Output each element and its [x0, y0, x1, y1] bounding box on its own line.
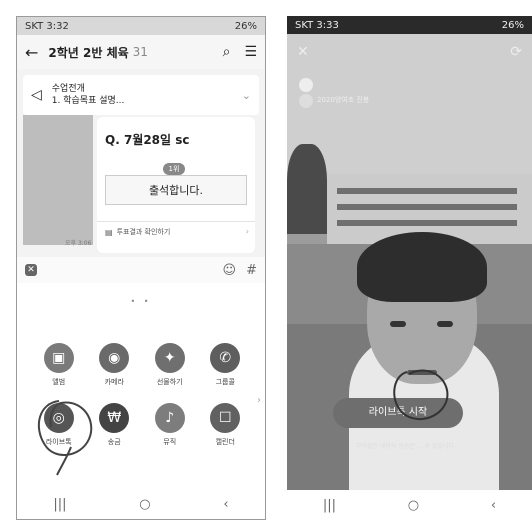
- feature-label: 그룹콜: [215, 378, 235, 386]
- live-talk-icon: ◎: [43, 403, 74, 433]
- feature-label: 송금: [107, 438, 121, 446]
- feature-group-call[interactable]: ✆ 그룹콜: [198, 343, 254, 387]
- gift-icon: ✦: [154, 343, 185, 373]
- money-icon: ₩: [99, 403, 130, 433]
- menu-icon[interactable]: ☰: [244, 44, 257, 60]
- room-name: 2020양여초 진봉: [317, 96, 370, 104]
- album-icon: ▣: [43, 343, 74, 373]
- recent-apps-button[interactable]: |||: [323, 498, 336, 513]
- feature-live-talk[interactable]: ◎ 라이브톡: [31, 403, 87, 447]
- close-icon[interactable]: ✕: [297, 44, 309, 60]
- chat-header: ← 2학년 2반 체육 31 ⌕ ☰: [17, 35, 265, 69]
- camera-icon: ◉: [99, 343, 130, 373]
- recent-apps-button[interactable]: |||: [53, 497, 66, 512]
- person-eye: [437, 321, 453, 327]
- emoji-icon[interactable]: ☺: [223, 263, 237, 278]
- member-count: 31: [132, 45, 148, 59]
- feature-album[interactable]: ▣ 앨범: [31, 343, 87, 387]
- status-bar: SKT 3:33 26%: [287, 16, 532, 34]
- feature-gift[interactable]: ✦ 선물하기: [142, 343, 198, 387]
- notice-label: 수업전개: [51, 84, 85, 94]
- back-button[interactable]: ←: [25, 43, 38, 62]
- feature-label: 라이브톡: [45, 438, 72, 446]
- feature-label: 앨범: [52, 378, 66, 386]
- rank-badge: 1위: [163, 163, 185, 175]
- feature-drawer: • • ▣ 앨범 ◉ 카메라 ✦ 선물하기 ✆ 그룹콜 ◎ 라이브톡 ₩ 송금 …: [17, 283, 265, 489]
- room-avatar: [299, 94, 313, 108]
- feature-camera[interactable]: ◉ 카메라: [87, 343, 143, 387]
- vote-result-link[interactable]: ▤ 투표결과 확인하기: [105, 227, 170, 237]
- feature-label: 캘린더: [215, 438, 235, 446]
- feature-music[interactable]: ♪ 뮤직: [142, 403, 198, 447]
- system-back-button[interactable]: ‹: [223, 497, 228, 512]
- hand-drawn-circle-annotation: [393, 369, 449, 421]
- person-eye: [390, 321, 406, 327]
- rotate-camera-icon[interactable]: ⟳: [510, 44, 522, 60]
- live-disclaimer: 부적절한 내용의 방송은 ... 수 있습니다.: [356, 443, 456, 450]
- page-indicator: • •: [130, 297, 152, 306]
- carrier-time: SKT 3:33: [295, 19, 339, 31]
- input-toolbar: ✕ ☺ #: [17, 257, 265, 283]
- feature-label: 뮤직: [163, 438, 177, 446]
- megaphone-icon: ◁: [31, 87, 42, 103]
- system-nav-bar: ||| ○ ‹: [17, 489, 265, 519]
- chevron-right-icon: ›: [245, 227, 249, 236]
- ballot-icon: ▤: [105, 227, 113, 237]
- feature-calendar[interactable]: ☐ 캘린더: [198, 403, 254, 447]
- right-phone-screen: SKT 3:33 26% ✕ ⟳ 2020양여초 진봉 라이브톡 시작 부적절한…: [287, 16, 532, 520]
- phone-icon: ✆: [210, 343, 241, 373]
- vote-question: Q. 7월28일 sc: [105, 133, 190, 147]
- home-button[interactable]: ○: [408, 498, 419, 513]
- close-drawer-button[interactable]: ✕: [25, 264, 37, 276]
- notice-banner[interactable]: ◁ 수업전개 1. 학습목표 설명... ⌄: [23, 75, 259, 115]
- vote-result-label: 투표결과 확인하기: [116, 228, 171, 236]
- divider: [97, 221, 255, 222]
- system-nav-bar: ||| ○ ‹: [287, 490, 532, 520]
- feature-money[interactable]: ₩ 송금: [87, 403, 143, 447]
- home-button[interactable]: ○: [139, 497, 150, 512]
- battery-level: 26%: [234, 20, 257, 32]
- chevron-down-icon[interactable]: ⌄: [242, 89, 251, 102]
- system-back-button[interactable]: ‹: [491, 498, 496, 513]
- host-avatar: [299, 78, 313, 92]
- feature-grid: ▣ 앨범 ◉ 카메라 ✦ 선물하기 ✆ 그룹콜 ◎ 라이브톡 ₩ 송금 ♪ 뮤직…: [31, 343, 253, 447]
- feature-label: 카메라: [104, 378, 124, 386]
- chat-title: 2학년 2반 체육: [48, 45, 129, 60]
- message-time: 오후 3:06: [65, 240, 92, 247]
- trees: [287, 144, 327, 234]
- vote-card[interactable]: Q. 7월28일 sc 1위 출석합니다. ▤ 투표결과 확인하기 ›: [97, 117, 255, 253]
- music-icon: ♪: [154, 403, 185, 433]
- next-page-icon[interactable]: ›: [257, 395, 261, 406]
- calendar-icon: ☐: [210, 403, 241, 433]
- left-phone-screen: SKT 3:32 26% ← 2학년 2반 체육 31 ⌕ ☰ ◁ 수업전개 1…: [16, 16, 266, 520]
- feature-label: 선물하기: [156, 378, 183, 386]
- battery-level: 26%: [501, 19, 524, 31]
- person-hair: [357, 232, 487, 302]
- notice-text: 1. 학습목표 설명...: [51, 96, 125, 106]
- status-bar: SKT 3:32 26%: [17, 17, 265, 35]
- sender-avatar: [23, 115, 93, 245]
- carrier-time: SKT 3:32: [25, 20, 69, 32]
- search-icon[interactable]: ⌕: [223, 44, 231, 60]
- vote-option[interactable]: 출석합니다.: [105, 175, 247, 205]
- hashtag-icon[interactable]: #: [246, 263, 257, 278]
